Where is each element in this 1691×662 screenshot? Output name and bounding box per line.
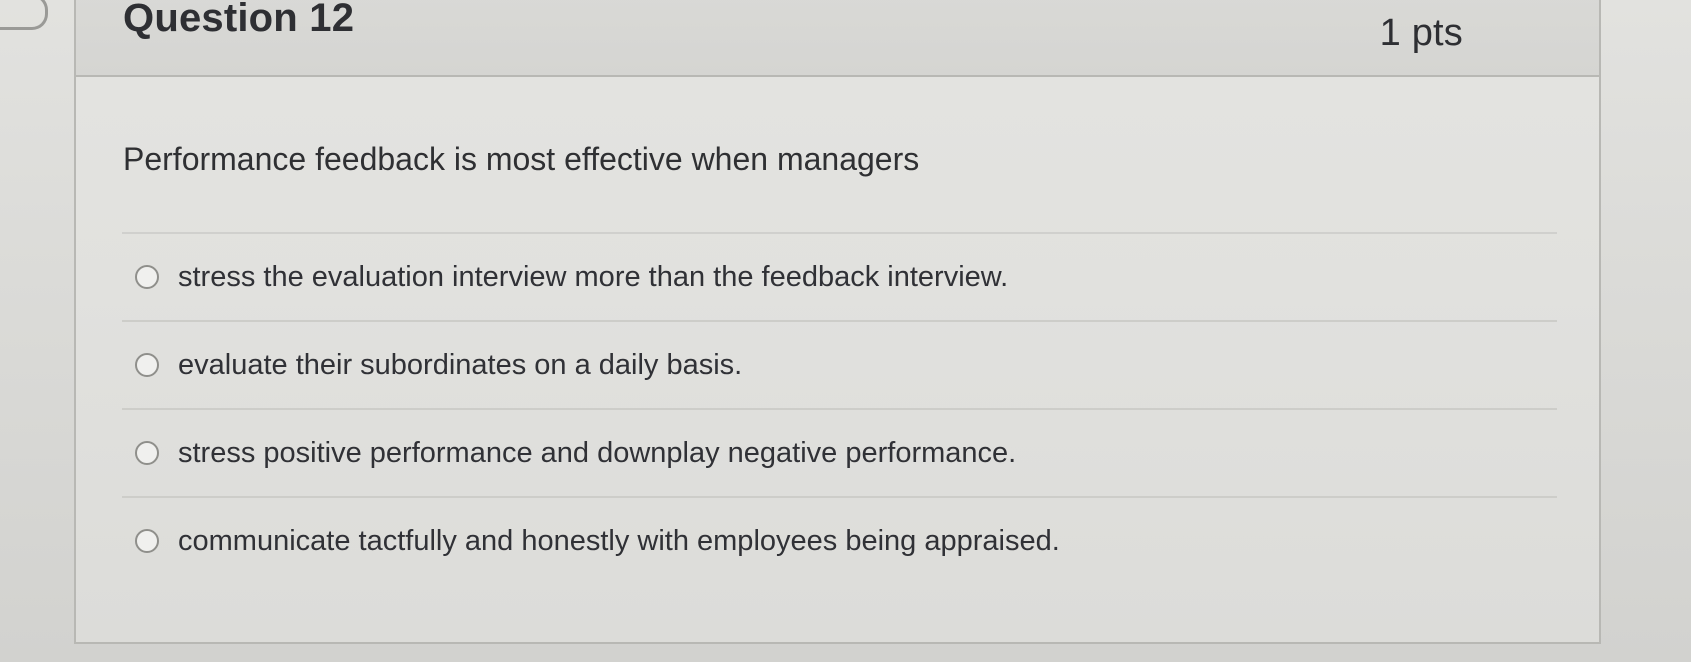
answer-option-2[interactable]: evaluate their subordinates on a daily b… xyxy=(122,322,1557,408)
answer-label[interactable]: evaluate their subordinates on a daily b… xyxy=(178,349,742,382)
answer-option-1[interactable]: stress the evaluation interview more tha… xyxy=(122,234,1557,320)
radio-button[interactable] xyxy=(135,265,159,289)
question-header: Question 12 1 pts xyxy=(76,0,1599,77)
question-card: Question 12 1 pts Performance feedback i… xyxy=(74,0,1601,644)
question-title: Question 12 xyxy=(123,0,355,40)
answer-label[interactable]: communicate tactfully and honestly with … xyxy=(178,525,1060,558)
radio-button[interactable] xyxy=(135,441,159,465)
radio-button[interactable] xyxy=(135,529,159,553)
answer-option-3[interactable]: stress positive performance and downplay… xyxy=(122,410,1557,496)
answer-option-4[interactable]: communicate tactfully and honestly with … xyxy=(122,498,1557,584)
answer-label[interactable]: stress positive performance and downplay… xyxy=(178,437,1016,470)
question-points: 1 pts xyxy=(1379,12,1463,54)
radio-button[interactable] xyxy=(135,353,159,377)
question-flag-icon[interactable] xyxy=(0,0,48,30)
answer-label[interactable]: stress the evaluation interview more tha… xyxy=(178,261,1008,294)
question-prompt: Performance feedback is most effective w… xyxy=(123,141,920,177)
answer-list: stress the evaluation interview more tha… xyxy=(122,232,1557,584)
